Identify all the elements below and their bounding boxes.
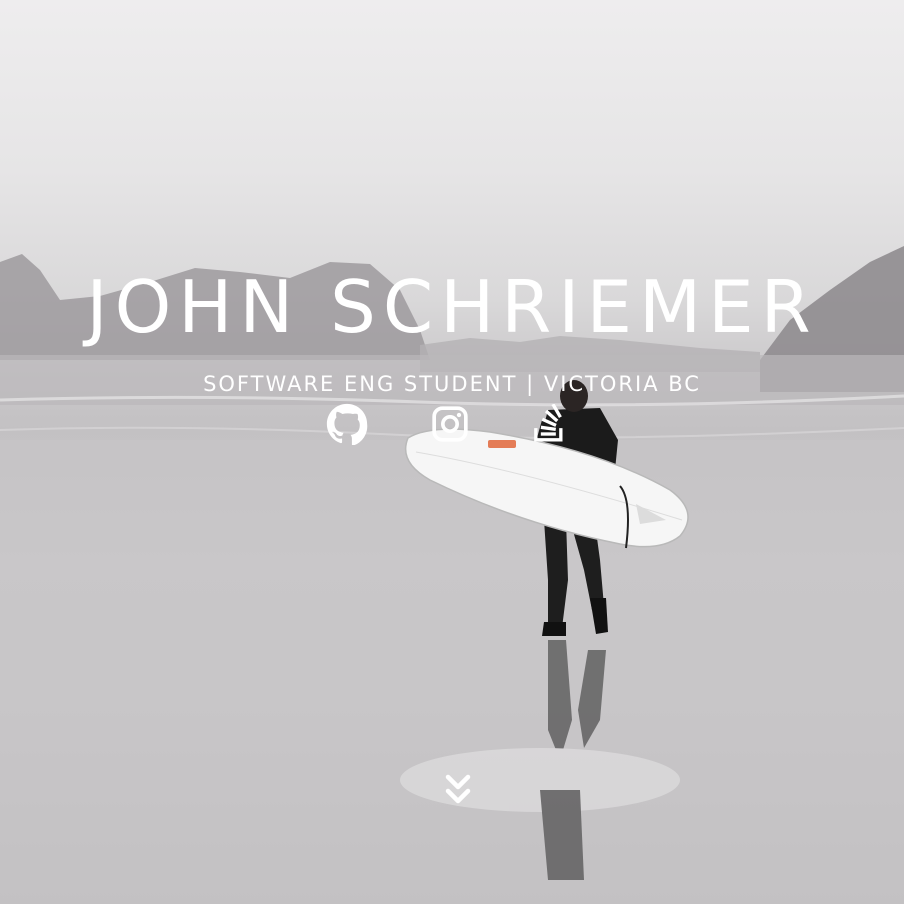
instagram-icon [430, 404, 470, 444]
tagline: SOFTWARE ENG STUDENT | VICTORIA BC [203, 372, 701, 396]
background-photo [0, 246, 904, 904]
instagram-link[interactable] [428, 402, 472, 446]
github-link[interactable] [325, 402, 369, 446]
double-chevron-down-icon [444, 773, 472, 811]
scroll-down-button[interactable] [440, 772, 476, 812]
page-title: JOHN SCHRIEMER [86, 265, 818, 349]
hero-section: JOHN SCHRIEMER SOFTWARE ENG STUDENT | VI… [0, 0, 904, 904]
stack-overflow-icon [530, 404, 570, 444]
github-icon [326, 403, 368, 445]
stack-overflow-link[interactable] [528, 402, 572, 446]
